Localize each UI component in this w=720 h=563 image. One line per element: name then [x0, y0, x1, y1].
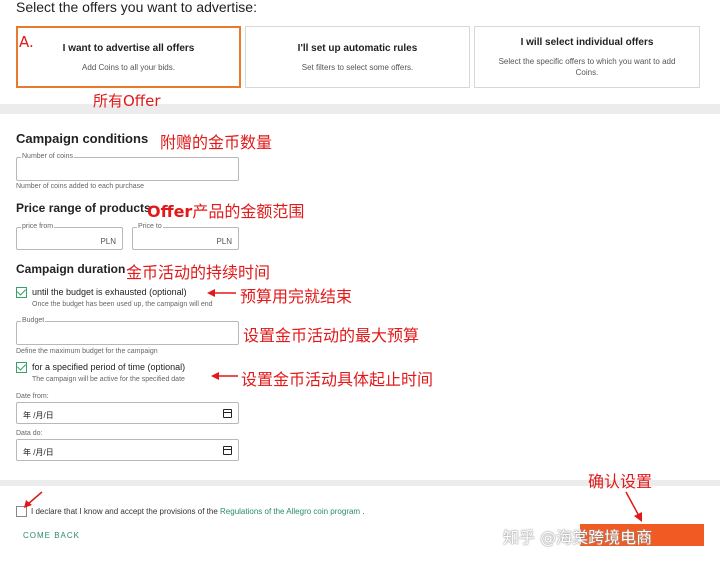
period-checkbox[interactable]: [16, 361, 27, 373]
declare-text: I declare that I know and accept the pro…: [31, 507, 218, 516]
date-from-input[interactable]: 年 /月/日: [16, 402, 239, 424]
price-range-title: Price range of products: [16, 201, 151, 215]
price-to-input[interactable]: Price to PLN: [132, 223, 239, 250]
arrow-icon: [207, 289, 236, 297]
offer-card-rules[interactable]: I'll set up automatic rules Set filters …: [245, 26, 470, 88]
calendar-icon[interactable]: [223, 409, 232, 418]
offer-card-title: I want to advertise all offers: [62, 43, 195, 54]
campaign-conditions-title: Campaign conditions: [16, 131, 149, 146]
offer-card-desc: Add Coins to all your bids.: [82, 63, 175, 72]
period-option-label: for a specified period of time (optional…: [32, 362, 186, 372]
date-to-input[interactable]: 年 /月/日: [16, 439, 239, 461]
annotation-a: A.: [19, 33, 34, 51]
date-from-value: 年 /月/日: [23, 411, 54, 420]
budget-option-hint: Once the budget has been used up, the ca…: [32, 301, 213, 308]
date-to-value: 年 /月/日: [23, 448, 54, 457]
arrow-icon: [24, 491, 43, 508]
arrow-icon: [211, 372, 238, 380]
annotation-price-rest: 产品的金额范围: [192, 202, 305, 221]
currency-suffix: PLN: [216, 237, 232, 246]
campaign-duration-title: Campaign duration: [16, 262, 126, 276]
annotation-price: Offer产品的金额范围: [147, 198, 304, 222]
annotation-duration: 金币活动的持续时间: [126, 263, 271, 282]
period-option-hint: The campaign will be active for the spec…: [32, 376, 185, 383]
annotation-coins: 附赠的金币数量: [160, 133, 273, 152]
price-from-label: price from: [21, 223, 55, 231]
annotation-max-budget: 设置金币活动的最大预算: [243, 326, 420, 345]
offer-card-desc: Select the specific offers to which you …: [498, 57, 676, 77]
arrow-icon: [625, 491, 642, 522]
declare-text-row: I declare that I know and accept the pro…: [31, 507, 365, 516]
budget-hint: Define the maximum budget for the campai…: [16, 348, 158, 355]
date-from-label: Date from:: [16, 393, 49, 400]
budget-input-label: Budget: [21, 317, 46, 325]
calendar-icon[interactable]: [223, 446, 232, 455]
annotation-budget-end: 预算用完就结束: [240, 287, 353, 306]
coins-input-label: Number of coins: [21, 153, 74, 161]
price-to-label: Price to: [137, 223, 163, 231]
checkmark-icon: [16, 286, 27, 296]
watermark: 知乎 @海棠跨境电商: [503, 528, 653, 547]
budget-option-label: until the budget is exhausted (optional): [32, 287, 187, 297]
annotation-price-offer: Offer: [147, 202, 193, 221]
offer-selection-panel: Select the offers you want to advertise:…: [0, 0, 720, 104]
page-title: Select the offers you want to advertise:: [16, 0, 257, 15]
annotation-period: 设置金币活动具体起止时间: [241, 370, 434, 389]
come-back-button[interactable]: COME BACK: [23, 531, 80, 540]
price-from-input[interactable]: price from PLN: [16, 223, 123, 250]
currency-suffix: PLN: [100, 237, 116, 246]
annotation-all-offers: 所有Offer: [93, 90, 161, 111]
offer-card-title: I'll set up automatic rules: [297, 43, 418, 54]
offer-card-all[interactable]: I want to advertise all offers Add Coins…: [16, 26, 241, 88]
date-to-label: Data do:: [16, 430, 43, 437]
offer-card-title: I will select individual offers: [520, 37, 654, 48]
declare-end: .: [362, 507, 365, 516]
offer-card-individual[interactable]: I will select individual offers Select t…: [474, 26, 700, 88]
coins-hint: Number of coins added to each purchase: [16, 183, 145, 190]
checkmark-icon: [16, 361, 27, 371]
offer-card-desc: Set filters to select some offers.: [301, 63, 414, 72]
budget-input[interactable]: Budget: [16, 317, 239, 345]
annotation-confirm: 确认设置: [588, 472, 653, 491]
regulations-link[interactable]: Regulations of the Allegro coin program: [220, 507, 360, 516]
annotation-all-offers-text: 所有Offer: [93, 92, 161, 110]
budget-checkbox[interactable]: [16, 286, 27, 298]
coins-input[interactable]: Number of coins: [16, 153, 239, 181]
